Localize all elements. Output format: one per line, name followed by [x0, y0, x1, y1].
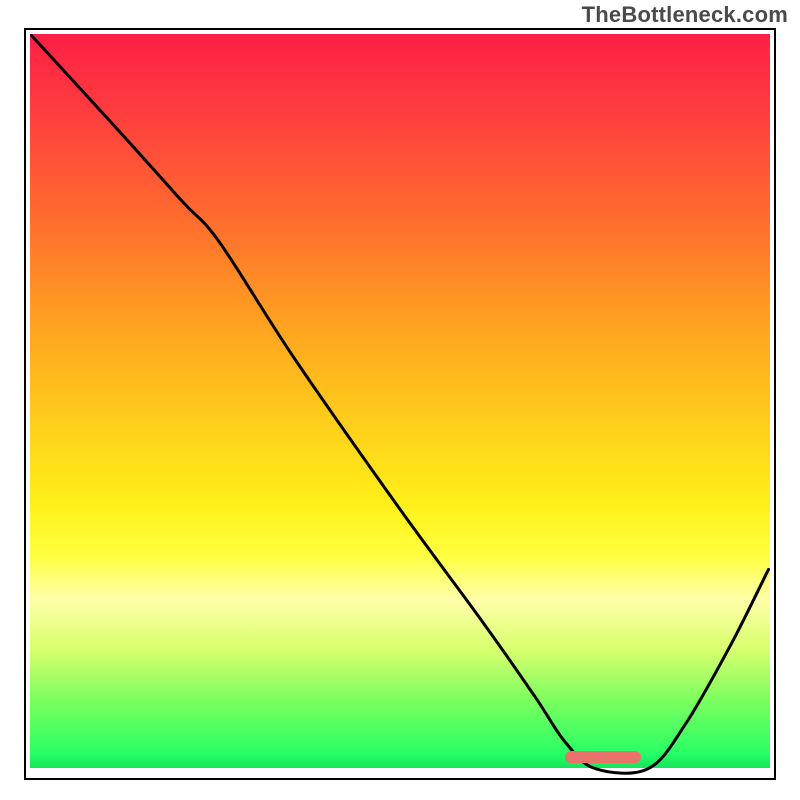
chart-container: TheBottleneck.com — [0, 0, 800, 800]
watermark-text: TheBottleneck.com — [582, 2, 788, 28]
plot-border — [24, 28, 776, 780]
plot-area — [24, 28, 776, 780]
